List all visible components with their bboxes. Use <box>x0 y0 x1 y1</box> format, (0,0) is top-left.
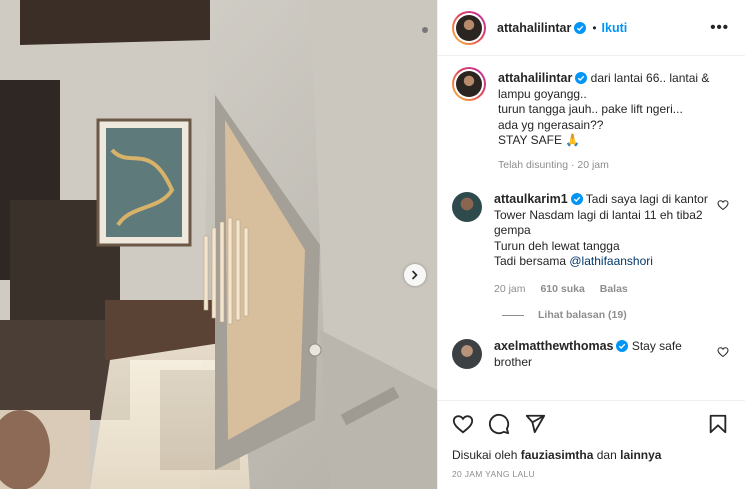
comment-mention[interactable]: @lathifaanshori <box>569 254 653 268</box>
caption-username[interactable]: attahalilintar <box>498 71 572 85</box>
heart-icon[interactable] <box>717 346 729 358</box>
verified-badge-icon <box>570 193 583 205</box>
share-icon[interactable] <box>524 413 546 435</box>
liked-by-user[interactable]: fauziasimtha <box>521 448 594 462</box>
heart-icon[interactable] <box>452 413 474 435</box>
liked-by-prefix: Disukai oleh <box>452 448 518 462</box>
view-replies-label: Lihat balasan (19) <box>538 309 627 321</box>
action-icons <box>452 413 729 435</box>
more-options-button[interactable]: ••• <box>710 19 729 36</box>
verified-badge-icon <box>575 72 588 84</box>
caption-avatar[interactable] <box>452 67 486 101</box>
comment-avatar[interactable] <box>452 339 482 369</box>
author-username[interactable]: attahalilintar <box>497 21 571 35</box>
comment-icon[interactable] <box>488 413 510 435</box>
comment-username[interactable]: attaulkarim1 <box>494 192 568 206</box>
comment-item: axelmatthewthomas Stay safe brother <box>452 339 729 370</box>
verified-badge-icon <box>574 21 587 34</box>
comment-item: attaulkarim1 Tadi saya lagi di kantor To… <box>452 192 729 297</box>
comment-time[interactable]: 20 jam <box>494 283 526 295</box>
caption-edited: Telah disunting · 20 jam <box>498 158 609 171</box>
follow-button[interactable]: Ikuti <box>602 21 628 35</box>
liked-by-others[interactable]: lainnya <box>620 448 661 462</box>
chevron-right-icon <box>412 270 418 280</box>
post-header: attahalilintar • Ikuti ••• <box>438 0 745 56</box>
post-media[interactable] <box>0 0 437 489</box>
comment-username[interactable]: axelmatthewthomas <box>494 339 613 353</box>
comment-meta: 20 jam 610 suka Balas <box>494 282 711 298</box>
next-media-button[interactable] <box>404 264 426 286</box>
author-avatar[interactable] <box>452 10 486 45</box>
post-side-panel: attahalilintar • Ikuti ••• attahalilinta… <box>437 0 745 489</box>
post-actions: Disukai oleh fauziasimtha dan lainnya 20… <box>438 400 745 479</box>
caption: attahalilintar dari lantai 66.. lantai &… <box>452 67 729 173</box>
reply-button[interactable]: Balas <box>600 283 628 295</box>
view-replies-button[interactable]: Lihat balasan (19) <box>502 309 729 321</box>
video-frame <box>0 0 437 489</box>
bookmark-icon[interactable] <box>707 413 729 435</box>
liked-by-joiner: dan <box>596 448 617 462</box>
comments-list[interactable]: attahalilintar dari lantai 66.. lantai &… <box>438 57 745 398</box>
post-timestamp[interactable]: 20 JAM YANG LALU <box>452 469 729 479</box>
separator-dot: • <box>592 20 597 35</box>
comment-avatar[interactable] <box>452 192 482 222</box>
post-modal: attahalilintar • Ikuti ••• attahalilinta… <box>0 0 745 489</box>
comment-likes[interactable]: 610 suka <box>540 283 584 295</box>
liked-by: Disukai oleh fauziasimtha dan lainnya <box>452 448 729 462</box>
replies-line <box>502 314 524 316</box>
verified-badge-icon <box>616 340 629 352</box>
heart-icon[interactable] <box>717 199 729 211</box>
